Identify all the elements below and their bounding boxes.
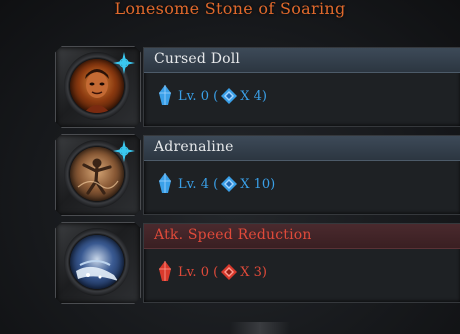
engraving-book-icon <box>221 264 238 280</box>
icon-frame <box>55 222 141 304</box>
engraving-panel: Cursed Doll Lv. 0 ( X 4) <box>143 47 460 127</box>
engraving-row-atk-speed-reduction[interactable]: Atk. Speed Reduction Lv. 0 ( X 3) <box>55 222 460 304</box>
atk-speed-reduction-icon <box>70 235 124 289</box>
name-bar: Cursed Doll <box>144 48 460 73</box>
engraving-name: Atk. Speed Reduction <box>154 227 312 243</box>
book-count: X 3) <box>240 264 267 280</box>
engraving-panel: Adrenaline Lv. 4 ( X 10) <box>143 135 460 215</box>
level-text: Lv. 4 ( <box>178 176 219 192</box>
marked-star-icon <box>113 52 135 74</box>
level-crystal-icon <box>159 261 171 281</box>
level-line: Lv. 4 ( X 10) <box>158 172 275 196</box>
level-line: Lv. 0 ( X 4) <box>158 84 267 108</box>
book-count: X 10) <box>240 176 276 192</box>
engraving-book-icon <box>221 88 238 104</box>
engraving-book-icon <box>221 176 238 192</box>
marked-star-icon <box>113 140 135 162</box>
level-crystal-icon <box>159 173 171 193</box>
stone-title: Lonesome Stone of Soaring <box>114 0 346 18</box>
name-bar: Atk. Speed Reduction <box>144 224 460 249</box>
engraving-row-cursed-doll[interactable]: Cursed Doll Lv. 0 ( X 4) <box>55 46 460 128</box>
name-bar: Adrenaline <box>144 136 460 161</box>
engraving-panel: Atk. Speed Reduction Lv. 0 ( X 3) <box>143 223 460 303</box>
level-crystal-icon <box>159 85 171 105</box>
engraving-row-adrenaline[interactable]: Adrenaline Lv. 4 ( X 10) <box>55 134 460 216</box>
level-line: Lv. 0 ( X 3) <box>158 260 267 284</box>
engraving-name: Cursed Doll <box>154 51 241 67</box>
bottom-ornament <box>230 322 290 334</box>
book-count: X 4) <box>240 88 267 104</box>
engraving-name: Adrenaline <box>154 139 234 155</box>
level-text: Lv. 0 ( <box>178 88 219 104</box>
level-text: Lv. 0 ( <box>178 264 219 280</box>
